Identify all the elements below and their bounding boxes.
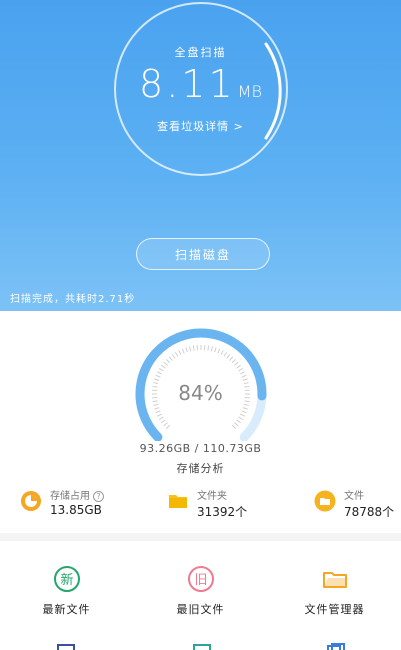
gauge-tick — [234, 422, 239, 427]
gauge-tick — [158, 367, 164, 372]
file-icon — [314, 490, 336, 512]
gauge-tick — [168, 356, 173, 361]
gauge-tick — [242, 407, 248, 410]
gauge-tick — [238, 367, 244, 372]
svg-text:旧: 旧 — [194, 573, 207, 588]
scan-title: 全盘扫描 — [174, 46, 227, 59]
scan-header: 全盘扫描 8.11 MB 查看垃圾详情 > 扫描磁盘 扫描完成，共耗时2.71秒 — [0, 0, 401, 311]
gauge-tick — [210, 346, 213, 352]
tool-label: 最新文件 — [42, 603, 91, 616]
junk-size: 8.11 MB — [0, 62, 401, 106]
tools-grid: 新 最新文件 旧 最旧文件 文件管理器 — [0, 541, 401, 650]
gauge-tick — [226, 354, 231, 359]
stat-label: 存储占用? — [50, 487, 104, 502]
new-files-icon: 新 — [53, 566, 80, 592]
tool-file-manager[interactable]: 文件管理器 — [268, 565, 401, 617]
help-icon[interactable]: ? — [93, 491, 104, 502]
gauge-tick — [236, 419, 241, 424]
gauge-tick — [165, 358, 171, 364]
gauge-tick — [192, 345, 195, 351]
folder-icon — [169, 495, 187, 508]
scan-disk-button[interactable]: 扫描磁盘 — [136, 238, 270, 270]
gauge-tick — [161, 419, 166, 424]
gauge-tick — [163, 361, 168, 366]
copy-icon[interactable] — [326, 643, 346, 650]
gauge-tick — [223, 351, 228, 357]
storage-caption[interactable]: 存储分析 — [0, 460, 401, 476]
stat-value: 31392个 — [197, 505, 248, 519]
gauge-tick — [231, 358, 237, 364]
gauge-tick — [178, 350, 182, 356]
junk-size-unit: MB — [237, 82, 262, 101]
stat-value: 13.85GB — [50, 503, 102, 517]
old-files-icon: 旧 — [187, 566, 214, 592]
tool-newest-files[interactable]: 新 最新文件 — [0, 565, 133, 617]
list-icon[interactable] — [192, 643, 212, 650]
gauge-tick — [239, 413, 245, 417]
gauge-tick — [181, 348, 185, 354]
pie-chart-icon — [21, 491, 41, 511]
gauge-tick — [189, 346, 192, 352]
gauge-tick — [185, 347, 188, 353]
junk-details-link[interactable]: 查看垃圾详情 > — [0, 118, 401, 134]
svg-text:新: 新 — [60, 572, 73, 588]
gauge-tick — [239, 371, 245, 375]
gauge-tick — [163, 422, 168, 427]
gauge-tick — [238, 416, 244, 421]
gauge-tick — [158, 416, 164, 421]
gauge-tick — [220, 350, 224, 356]
storage-gauge — [135, 328, 267, 441]
gauge-tick — [154, 407, 160, 410]
gauge-tick — [236, 364, 241, 369]
gauge-tick — [155, 374, 161, 378]
tool-label: 最旧文件 — [176, 603, 225, 616]
stat-label: 文件夹 — [197, 491, 227, 502]
stat-value: 78788个 — [344, 505, 395, 519]
gauge-tick — [234, 361, 239, 366]
scan-status: 扫描完成，共耗时2.71秒 — [10, 294, 136, 305]
gauge-tick — [241, 410, 247, 414]
gauge-tick — [155, 410, 161, 414]
gauge-tick — [161, 364, 166, 369]
gauge-tick — [171, 354, 176, 359]
gauge-tick — [207, 345, 210, 351]
tool-label: 文件管理器 — [304, 603, 365, 616]
gauge-tick — [165, 424, 171, 430]
storage-usage: 93.26GB / 110.73GB — [139, 442, 262, 455]
gauge-tick — [174, 351, 179, 357]
gauge-tick — [231, 424, 237, 430]
gauge-tick — [229, 356, 234, 361]
gauge-tick — [157, 413, 163, 417]
tool-oldest-files[interactable]: 旧 最旧文件 — [134, 565, 267, 617]
junk-size-value: 8.11 — [139, 62, 236, 106]
stat-label: 文件 — [344, 491, 364, 502]
gauge-tick — [217, 348, 221, 354]
gauge-tick — [241, 374, 247, 378]
file-manager-icon — [322, 572, 348, 588]
storage-panel: 84% 93.26GB / 110.73GB 存储分析 存储占用? 13.85G… — [0, 311, 401, 533]
document-icon[interactable] — [56, 643, 76, 650]
storage-percent: 84% — [178, 381, 223, 405]
gauge-tick — [214, 347, 217, 353]
gauge-tick — [157, 371, 163, 375]
